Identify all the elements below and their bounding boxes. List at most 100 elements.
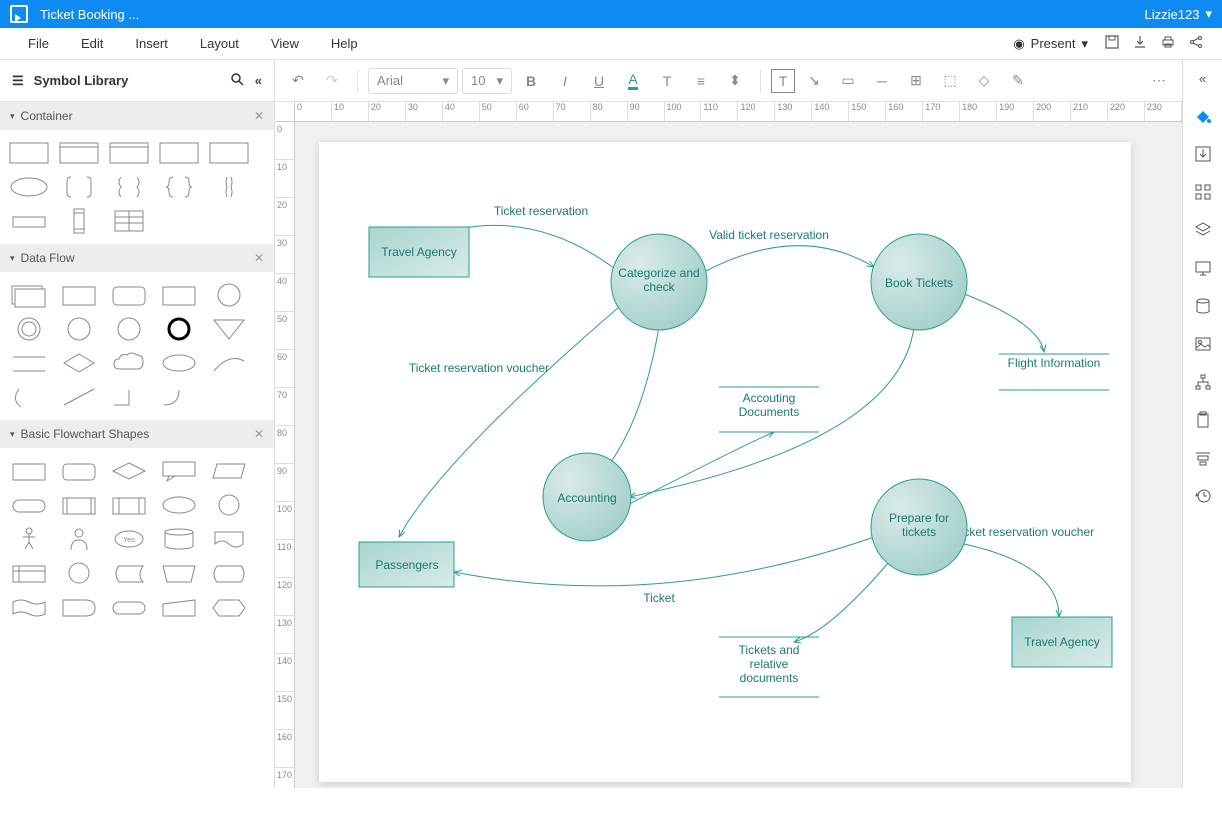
distribute-button[interactable]: ⬚ [935, 66, 965, 96]
fill-button[interactable]: ◇ [969, 66, 999, 96]
shape-delay[interactable] [56, 592, 102, 622]
shape-circle[interactable] [206, 280, 252, 310]
menu-layout[interactable]: Layout [184, 36, 255, 51]
shape-rect[interactable] [106, 138, 152, 168]
shape-hexagon[interactable] [206, 592, 252, 622]
shape-ellipse[interactable] [6, 172, 52, 202]
export-icon[interactable] [1191, 142, 1215, 166]
text-tool-button[interactable]: T [771, 69, 795, 93]
database-icon[interactable] [1191, 294, 1215, 318]
font-select[interactable]: Arial▾ [368, 68, 458, 94]
history-icon[interactable] [1191, 484, 1215, 508]
shape-ellipse[interactable] [156, 490, 202, 520]
menu-file[interactable]: File [12, 36, 65, 51]
menu-edit[interactable]: Edit [65, 36, 119, 51]
close-icon[interactable]: ✕ [254, 109, 264, 123]
shape-rect[interactable] [56, 280, 102, 310]
expand-panel-icon[interactable]: « [1191, 66, 1215, 90]
shape-bracket[interactable] [106, 172, 152, 202]
shape-predefined[interactable] [106, 490, 152, 520]
shape-rect-small[interactable] [6, 206, 52, 236]
shape-rect[interactable] [206, 138, 252, 168]
shape-stack[interactable] [6, 280, 52, 310]
image-icon[interactable] [1191, 332, 1215, 356]
shape-rect[interactable] [156, 138, 202, 168]
canvas[interactable]: Ticket reservation Valid ticket reservat… [319, 142, 1131, 782]
shape-open-rect[interactable] [6, 348, 52, 378]
canvas-area[interactable]: 0102030405060708090100110120130140150160… [275, 102, 1182, 788]
pen-button[interactable]: ✎ [1003, 66, 1033, 96]
underline-button[interactable]: U [584, 66, 614, 96]
shape-circle[interactable] [56, 314, 102, 344]
shape-terminator[interactable] [6, 490, 52, 520]
shape-decision-yes[interactable]: Yes [106, 524, 152, 554]
present-button[interactable]: ◉ Present ▾ [1003, 36, 1098, 52]
shape-arc[interactable] [206, 348, 252, 378]
connector-button[interactable]: ↘ [799, 66, 829, 96]
close-icon[interactable]: ✕ [254, 427, 264, 441]
size-select[interactable]: 10▾ [462, 68, 512, 94]
shape-diamond[interactable] [106, 456, 152, 486]
line-button[interactable]: ─ [867, 66, 897, 96]
edge-acc-to-docs[interactable] [614, 432, 774, 512]
shape-actor[interactable] [6, 524, 52, 554]
shape-predefined[interactable] [56, 490, 102, 520]
tree-icon[interactable] [1191, 370, 1215, 394]
menu-insert[interactable]: Insert [119, 36, 184, 51]
shape-parallelogram[interactable] [206, 456, 252, 486]
collapse-icon[interactable]: « [255, 73, 262, 88]
shape-angle[interactable] [106, 382, 152, 412]
shape-grid[interactable] [106, 206, 152, 236]
shape-manual[interactable] [156, 558, 202, 588]
shape-arc[interactable] [6, 382, 52, 412]
more-button[interactable]: ⋯ [1144, 66, 1174, 96]
shape-curve[interactable] [156, 382, 202, 412]
text-color-button[interactable]: A [618, 66, 648, 96]
italic-button[interactable]: I [550, 66, 580, 96]
undo-button[interactable]: ↶ [283, 66, 313, 96]
shape-diamond[interactable] [56, 348, 102, 378]
shape-database[interactable] [156, 524, 202, 554]
clipboard-icon[interactable] [1191, 408, 1215, 432]
section-data-flow[interactable]: ▾ Data Flow ✕ [0, 244, 274, 272]
close-icon[interactable]: ✕ [254, 251, 264, 265]
line-spacing-button[interactable]: ⬍ [720, 66, 750, 96]
shape-triangle[interactable] [206, 314, 252, 344]
edge-to-flight-info[interactable] [959, 292, 1044, 352]
redo-button[interactable]: ↷ [317, 66, 347, 96]
edge-to-tickets-docs[interactable] [794, 562, 889, 642]
line-style-button[interactable]: ▭ [833, 66, 863, 96]
edge-voucher2[interactable] [954, 542, 1059, 617]
shape-rect[interactable] [56, 138, 102, 168]
shape-user[interactable] [56, 524, 102, 554]
shape-rounded[interactable] [106, 280, 152, 310]
shape-rounded[interactable] [56, 456, 102, 486]
shape-display[interactable] [206, 558, 252, 588]
shape-rect[interactable] [6, 456, 52, 486]
fill-tool-icon[interactable] [1191, 104, 1215, 128]
print-icon[interactable] [1154, 34, 1182, 53]
shape-rect[interactable] [6, 138, 52, 168]
shape-pill[interactable] [106, 592, 152, 622]
menu-help[interactable]: Help [315, 36, 374, 51]
layers-icon[interactable] [1191, 218, 1215, 242]
search-icon[interactable] [229, 71, 245, 90]
shape-document[interactable] [206, 524, 252, 554]
download-icon[interactable] [1126, 34, 1154, 53]
shape-callout[interactable] [156, 456, 202, 486]
align-button[interactable]: ≡ [686, 66, 716, 96]
shape-tape[interactable] [6, 592, 52, 622]
section-basic-flowchart[interactable]: ▾ Basic Flowchart Shapes ✕ [0, 420, 274, 448]
shape-brace[interactable] [156, 172, 202, 202]
section-container[interactable]: ▾ Container ✕ [0, 102, 274, 130]
save-icon[interactable] [1098, 34, 1126, 53]
shape-cloud[interactable] [106, 348, 152, 378]
shape-manual-input[interactable] [156, 592, 202, 622]
shape-circle[interactable] [206, 490, 252, 520]
menu-view[interactable]: View [255, 36, 315, 51]
share-icon[interactable] [1182, 34, 1210, 53]
bold-button[interactable]: B [516, 66, 546, 96]
shape-internal[interactable] [6, 558, 52, 588]
shape-circle-double[interactable] [6, 314, 52, 344]
user-menu[interactable]: Lizzie123 ▾ [1145, 6, 1212, 22]
